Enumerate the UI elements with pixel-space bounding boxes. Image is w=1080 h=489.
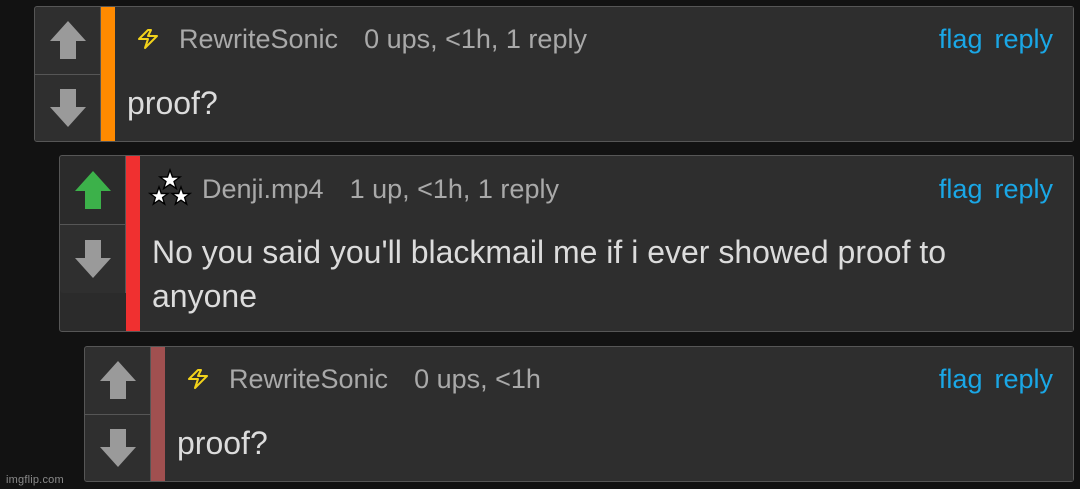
comment-body: RewriteSonic 0 ups, <1h flag reply proof…	[165, 347, 1073, 481]
upvote-button[interactable]	[35, 7, 100, 74]
arrow-down-icon	[74, 240, 111, 278]
reply-link[interactable]: reply	[994, 364, 1053, 395]
flag-link[interactable]: flag	[939, 174, 983, 205]
comment: Denji.mp4 1 up, <1h, 1 reply flag reply …	[59, 155, 1074, 332]
lightning-icon	[181, 361, 217, 397]
arrow-up-icon	[99, 361, 136, 400]
arrow-up-icon	[74, 171, 111, 209]
stars-icon	[148, 167, 192, 211]
comment: RewriteSonic 0 ups, <1h flag reply proof…	[84, 346, 1074, 482]
arrow-down-icon	[49, 88, 86, 127]
comment-depth-bar	[126, 156, 140, 331]
comment-body: Denji.mp4 1 up, <1h, 1 reply flag reply …	[140, 156, 1073, 331]
comment-actions: flag reply	[939, 174, 1053, 205]
imgflip-watermark: imgflip.com	[6, 474, 64, 486]
username-link[interactable]: RewriteSonic	[179, 24, 338, 55]
comment-depth-bar	[151, 347, 165, 481]
upvote-button[interactable]	[85, 347, 150, 414]
upvote-button[interactable]	[60, 156, 125, 224]
comment-meta: 1 up, <1h, 1 reply	[349, 173, 559, 204]
comment-text: proof?	[127, 85, 218, 121]
arrow-up-icon	[49, 21, 86, 60]
comment-depth-bar	[101, 7, 115, 141]
flag-link[interactable]: flag	[939, 24, 983, 55]
comment-body: RewriteSonic 0 ups, <1h, 1 reply flag re…	[115, 7, 1073, 141]
comment-header: RewriteSonic 0 ups, <1h, 1 reply flag re…	[115, 21, 1073, 57]
vote-column	[60, 156, 126, 293]
username-link[interactable]: RewriteSonic	[229, 364, 388, 395]
comment-actions: flag reply	[939, 364, 1053, 395]
reply-link[interactable]: reply	[994, 174, 1053, 205]
comment-header: RewriteSonic 0 ups, <1h flag reply	[165, 361, 1073, 397]
comment-header: Denji.mp4 1 up, <1h, 1 reply flag reply	[140, 167, 1073, 207]
vote-column	[85, 347, 151, 481]
downvote-button[interactable]	[60, 224, 125, 293]
comment: RewriteSonic 0 ups, <1h, 1 reply flag re…	[34, 6, 1074, 142]
vote-column	[35, 7, 101, 141]
flag-link[interactable]: flag	[939, 364, 983, 395]
comment-text: No you said you'll blackmail me if i eve…	[152, 234, 947, 314]
username-link[interactable]: Denji.mp4	[202, 174, 324, 205]
lightning-icon	[131, 21, 167, 57]
comment-meta: 0 ups, <1h	[414, 363, 541, 394]
comment-meta: 0 ups, <1h, 1 reply	[364, 23, 587, 54]
comment-actions: flag reply	[939, 24, 1053, 55]
reply-link[interactable]: reply	[994, 24, 1053, 55]
arrow-down-icon	[99, 428, 136, 467]
comment-text: proof?	[177, 425, 268, 461]
downvote-button[interactable]	[35, 73, 100, 141]
downvote-button[interactable]	[85, 413, 150, 481]
